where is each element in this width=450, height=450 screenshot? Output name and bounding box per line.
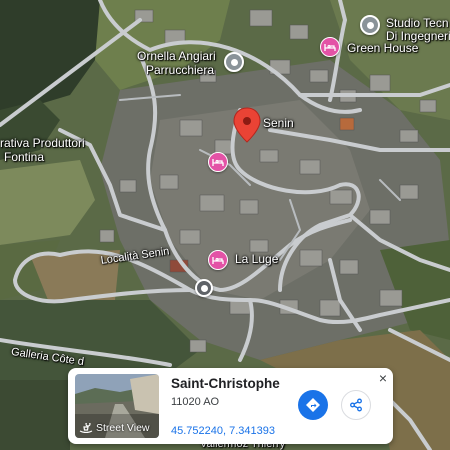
map-label-ornella[interactable]: Ornella Angiari — [137, 49, 216, 63]
directions-icon — [306, 398, 320, 412]
map-label-ornella-2[interactable]: Parrucchiera — [146, 63, 214, 77]
studio-pin-icon[interactable] — [360, 15, 380, 35]
map-label-senin[interactable]: Senin — [263, 116, 294, 130]
map-label-green-house[interactable]: Green House — [347, 41, 418, 55]
place-name: Saint-Christophe — [171, 376, 280, 391]
place-postal: 11020 AO — [171, 396, 220, 408]
close-icon[interactable]: × — [376, 371, 390, 385]
bed-icon — [212, 159, 224, 166]
street-view-text: Street View — [96, 422, 150, 434]
place-pin-icon[interactable] — [195, 279, 213, 297]
bed-icon — [324, 44, 336, 51]
street-view-icon — [79, 423, 93, 433]
lodging-pin-icon[interactable] — [208, 152, 228, 172]
share-button[interactable] — [341, 390, 371, 420]
share-icon — [350, 398, 362, 412]
street-view-thumbnail[interactable]: Street View — [75, 374, 159, 438]
la-luge-pin-icon[interactable] — [208, 250, 228, 270]
bed-icon — [212, 257, 224, 264]
place-info-card[interactable]: Street View Saint-Christophe 11020 AO 45… — [68, 368, 393, 444]
directions-button[interactable] — [298, 390, 328, 420]
pin-dot — [366, 21, 374, 29]
map-label-la-luge[interactable]: La Luge — [235, 252, 278, 266]
coordinates-link[interactable]: 45.752240, 7.341393 — [171, 425, 275, 437]
map-label-cooperativa[interactable]: rativa Produttori — [0, 136, 85, 150]
ornella-pin-icon[interactable] — [224, 52, 244, 72]
pin-dot — [230, 58, 238, 66]
street-view-label[interactable]: Street View — [79, 422, 150, 434]
map-label-cooperativa-2[interactable]: Fontina — [4, 150, 44, 164]
green-house-pin-icon[interactable] — [320, 37, 340, 57]
pin-dot — [200, 284, 208, 292]
